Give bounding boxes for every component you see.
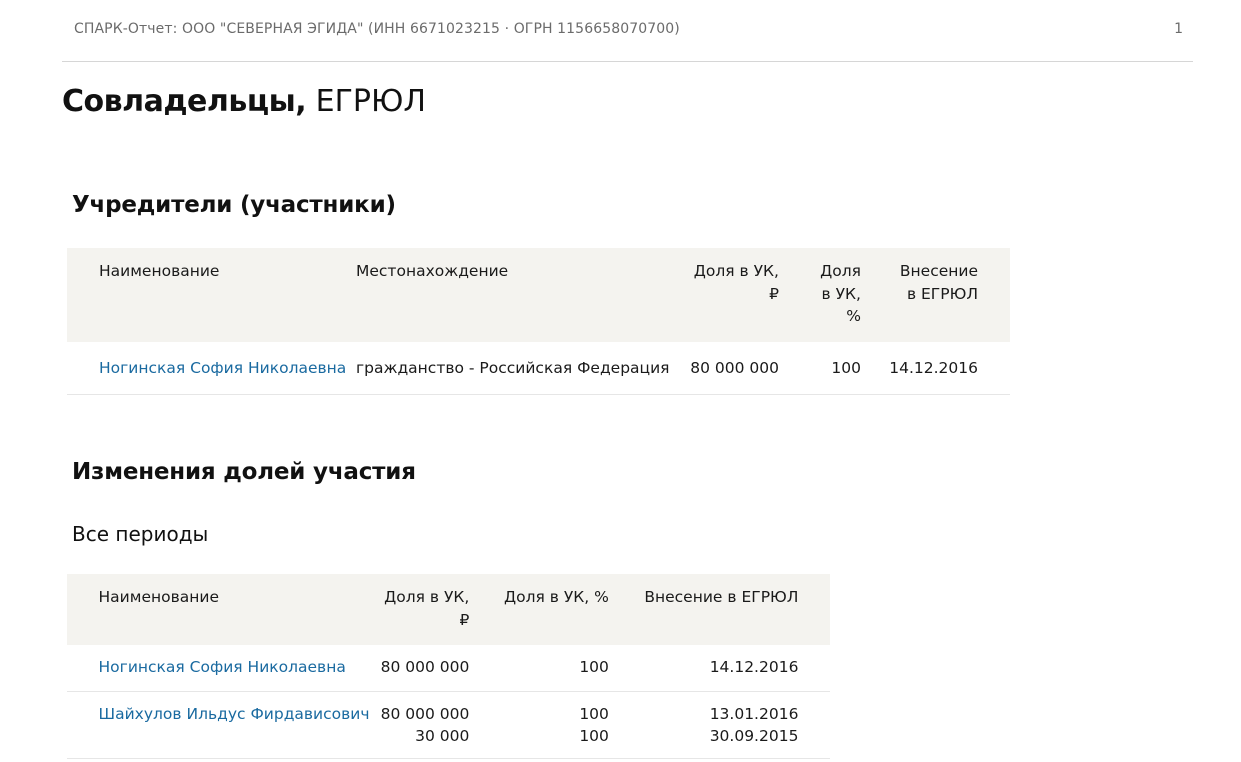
owner-name-link[interactable]: Шайхулов Ильдус Фирдависович: [99, 705, 370, 723]
share-changes-table: Наименование Доля в УК, ₽ Доля в УК, % В…: [67, 574, 830, 759]
report-page: СПАРК-Отчет: ООО "СЕВЕРНАЯ ЭГИДА" (ИНН 6…: [0, 0, 1241, 762]
founders-heading: Учредители (участники): [72, 192, 396, 218]
table-row: Ногинская София Николаевна 80 000 000 10…: [67, 645, 830, 691]
founder-share-rub: 80 000 000: [690, 359, 779, 377]
table-row: Шайхулов Ильдус Фирдависович 80 000 000 …: [67, 691, 830, 758]
founder-name: Ногинская София Николаевна: [99, 342, 356, 394]
page-title: Совладельцы, ЕГРЮЛ: [62, 84, 426, 120]
owner-share-pct: 100: [579, 658, 609, 676]
col-share-pct: Доля в УК, %: [820, 262, 861, 325]
owner-name: Шайхулов Ильдус Фирдависович: [99, 691, 370, 758]
founder-share-pct: 100: [831, 359, 861, 377]
founder-egrul-date: 14.12.2016: [889, 359, 978, 377]
founder-location: гражданство - Российская Федерация: [356, 359, 670, 377]
table-row: Ногинская София Николаевна гражданство -…: [67, 342, 1010, 394]
header-divider: [62, 61, 1193, 62]
owner-name-link[interactable]: Ногинская София Николаевна: [99, 658, 346, 676]
owner-share-pct: 100 100: [579, 704, 609, 746]
changes-table-header: Наименование Доля в УК, ₽ Доля в УК, % В…: [67, 574, 830, 645]
owner-egrul-date: 14.12.2016: [709, 658, 799, 676]
page-title-main: Совладельцы,: [62, 84, 307, 119]
page-title-source: ЕГРЮЛ: [306, 84, 426, 119]
founders-table-header: Наименование Местонахождение Доля в УК, …: [67, 248, 1010, 342]
col-egrul-date: Внесение в ЕГРЮЛ: [644, 588, 799, 606]
owner-share-rub: 80 000 000 30 000: [380, 704, 470, 746]
col-name: Наименование: [98, 588, 219, 606]
owner-name: Ногинская София Николаевна: [99, 645, 370, 691]
col-share-pct: Доля в УК, %: [504, 588, 609, 606]
founder-name-link[interactable]: Ногинская София Николаевна: [99, 359, 346, 377]
owner-egrul-date: 13.01.2016 30.09.2015: [709, 704, 799, 746]
col-location: Местонахождение: [356, 262, 509, 280]
owner-share-rub: 80 000 000: [380, 658, 470, 676]
col-egrul-date: Внесение в ЕГРЮЛ: [899, 262, 978, 303]
report-header: СПАРК-Отчет: ООО "СЕВЕРНАЯ ЭГИДА" (ИНН 6…: [74, 21, 680, 37]
col-share-rub: Доля в УК, ₽: [693, 262, 779, 303]
changes-period: Все периоды: [72, 522, 209, 546]
page-number: 1: [1174, 21, 1183, 37]
col-share-rub: Доля в УК, ₽: [384, 588, 470, 629]
founders-table: Наименование Местонахождение Доля в УК, …: [67, 248, 1010, 395]
col-name: Наименование: [99, 262, 220, 280]
changes-heading: Изменения долей участия: [72, 459, 416, 485]
